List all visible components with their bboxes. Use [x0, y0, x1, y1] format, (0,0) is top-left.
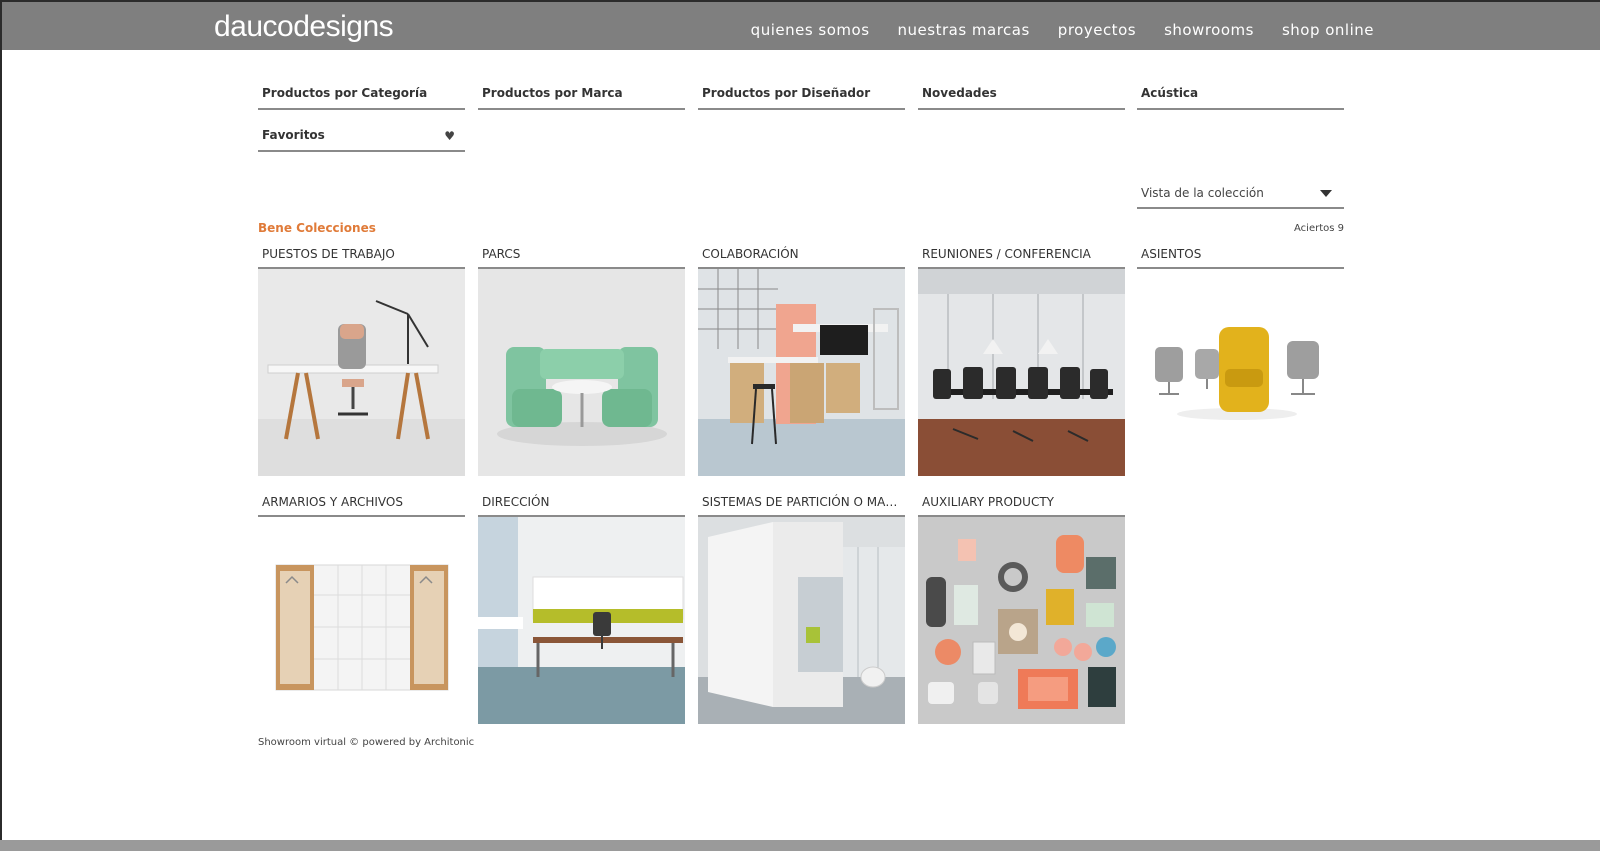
window-frame-left [0, 0, 2, 851]
collection-card-title: SISTEMAS DE PARTICIÓN O MAM... [698, 493, 905, 517]
collection-card-image[interactable] [698, 269, 905, 476]
collection-card-image[interactable] [918, 269, 1125, 476]
collection-card-title: COLABORACIÓN [698, 245, 905, 269]
collection-card[interactable]: ARMARIOS Y ARCHIVOS [258, 493, 465, 724]
nav-quienes-somos[interactable]: quienes somos [751, 21, 870, 39]
nav-nuestras-marcas[interactable]: nuestras marcas [898, 21, 1030, 39]
collection-card-title: REUNIONES / CONFERENCIA [918, 245, 1125, 269]
nav-shop-online[interactable]: shop online [1282, 21, 1374, 39]
footer-powered-by[interactable]: Showroom virtual © powered by Architonic [258, 737, 474, 748]
auxiliary-products-illustration [918, 517, 1125, 724]
filter-tab-novedades[interactable]: Novedades [918, 84, 1125, 110]
collaboration-illustration [698, 269, 905, 476]
seating-illustration [1137, 269, 1344, 476]
collection-card[interactable]: COLABORACIÓN [698, 245, 905, 476]
collection-card[interactable]: AUXILIARY PRODUCTY [918, 493, 1125, 724]
collection-card[interactable]: PARCS [478, 245, 685, 476]
favoritos-label: Favoritos [262, 128, 325, 142]
view-select[interactable]: Vista de la colección [1137, 184, 1344, 209]
view-select-value: Vista de la colección [1141, 186, 1264, 200]
hits-count: Aciertos 9 [1294, 223, 1344, 234]
workstation-illustration [258, 269, 465, 476]
heart-icon: ♥ [444, 129, 455, 143]
collection-card[interactable]: SISTEMAS DE PARTICIÓN O MAM... [698, 493, 905, 724]
site-logo[interactable]: daucodesigns [214, 10, 394, 44]
collection-card[interactable]: REUNIONES / CONFERENCIA [918, 245, 1125, 476]
collection-card[interactable]: PUESTOS DE TRABAJO [258, 245, 465, 476]
collection-card-title: AUXILIARY PRODUCTY [918, 493, 1125, 517]
filter-tab-marca[interactable]: Productos por Marca [478, 84, 685, 110]
collection-card-image[interactable] [258, 269, 465, 476]
filter-tab-favoritos[interactable]: Favoritos ♥ [258, 126, 465, 152]
page-bottom-bar [0, 840, 1600, 851]
conference-room-illustration [918, 269, 1125, 476]
collection-title: Bene Colecciones [258, 221, 376, 235]
collection-card-title: ASIENTOS [1137, 245, 1344, 269]
collection-card-title: PARCS [478, 245, 685, 269]
partition-illustration [698, 517, 905, 724]
site-header: daucodesigns quienes somos nuestras marc… [2, 2, 1600, 50]
collection-card-image[interactable] [918, 517, 1125, 724]
collection-card-image[interactable] [1137, 269, 1344, 476]
collection-card-image[interactable] [258, 517, 465, 724]
lounge-sofa-illustration [478, 269, 685, 476]
filter-tab-disenador[interactable]: Productos por Diseñador [698, 84, 905, 110]
nav-showrooms[interactable]: showrooms [1164, 21, 1254, 39]
chevron-down-icon [1320, 190, 1332, 197]
collection-card-title: ARMARIOS Y ARCHIVOS [258, 493, 465, 517]
collection-card-image[interactable] [478, 269, 685, 476]
collection-card-title: PUESTOS DE TRABAJO [258, 245, 465, 269]
executive-office-illustration [478, 517, 685, 724]
collection-card[interactable]: ASIENTOS [1137, 245, 1344, 476]
collection-card-image[interactable] [478, 517, 685, 724]
nav-proyectos[interactable]: proyectos [1058, 21, 1136, 39]
cabinets-illustration [258, 517, 465, 724]
filter-tab-acustica[interactable]: Acústica [1137, 84, 1344, 110]
main-nav: quienes somos nuestras marcas proyectos … [751, 21, 1374, 39]
filter-tab-categoria[interactable]: Productos por Categoría [258, 84, 465, 110]
collection-card-image[interactable] [698, 517, 905, 724]
collection-card[interactable]: DIRECCIÓN [478, 493, 685, 724]
collection-card-title: DIRECCIÓN [478, 493, 685, 517]
